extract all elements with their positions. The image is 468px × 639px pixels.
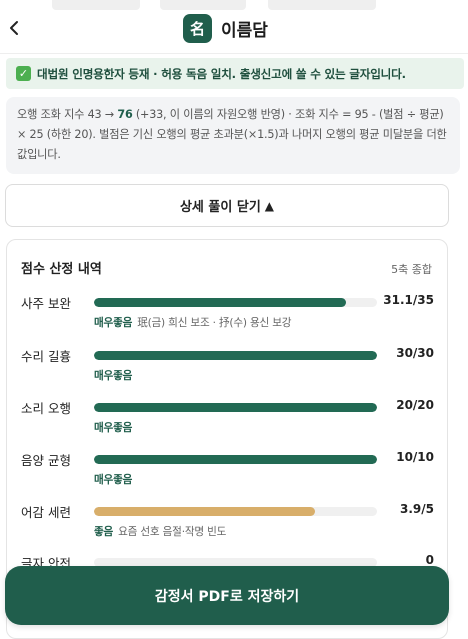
row-grade: 좋음 xyxy=(94,526,114,538)
harmony-score-highlight: 76 xyxy=(117,108,133,121)
row-note-text: 珉(금) 희신 보조 · 抒(수) 용신 보강 xyxy=(137,317,292,329)
score-bar-fill xyxy=(94,403,377,412)
app-header: 名 이름담 xyxy=(0,0,468,54)
background-tab xyxy=(268,0,376,10)
row-score: 31.1/35 xyxy=(383,293,434,307)
row-label: 사주 보완 xyxy=(21,296,71,311)
back-button[interactable] xyxy=(2,14,26,42)
score-bar xyxy=(94,351,377,360)
explanation-text: 오행 조화 지수 43 → xyxy=(17,108,118,121)
score-bar xyxy=(94,455,377,464)
row-grade: 매우좋음 xyxy=(94,474,133,486)
notice-text: 대법원 인명용한자 등재 · 허용 독음 일치. 출생신고에 쓸 수 있는 글자… xyxy=(37,66,406,81)
row-score: 3.9/5 xyxy=(400,502,434,516)
row-note: 매우좋음 xyxy=(94,472,137,487)
row-score: 20/20 xyxy=(396,398,434,412)
card-title: 점수 산정 내역 xyxy=(21,262,102,277)
row-note-text: 요즘 선호 음절·작명 빈도 xyxy=(118,526,227,538)
chevron-left-icon xyxy=(10,21,18,35)
row-grade: 매우좋음 xyxy=(94,370,133,382)
row-label: 음양 균형 xyxy=(21,453,71,468)
background-tab xyxy=(52,0,140,10)
logo-glyph: 名 xyxy=(189,20,205,38)
row-note: 매우좋음 珉(금) 희신 보조 · 抒(수) 용신 보강 xyxy=(94,315,292,330)
score-bar xyxy=(94,298,377,307)
five-elements-explanation: 오행 조화 지수 43 → 76 (+33, 이 이름의 자원오행 반영) · … xyxy=(6,97,460,174)
score-bar-fill xyxy=(94,351,377,360)
row-grade: 매우좋음 xyxy=(94,317,133,329)
save-pdf-button[interactable]: 감정서 PDF로 저장하기 xyxy=(5,566,449,625)
row-grade: 매우좋음 xyxy=(94,422,133,434)
check-icon: ✓ xyxy=(16,66,31,81)
score-bar-fill xyxy=(94,507,315,516)
score-bar-fill xyxy=(94,455,377,464)
score-bar xyxy=(94,403,377,412)
triangle-up-icon: ▲ xyxy=(264,198,275,213)
row-label: 어감 세련 xyxy=(21,505,71,520)
row-label: 수리 길흉 xyxy=(21,349,71,364)
app-logo: 名 xyxy=(183,14,212,43)
registration-notice: ✓ 대법원 인명용한자 등재 · 허용 독음 일치. 출생신고에 쓸 수 있는 … xyxy=(6,58,464,89)
toggle-detail-label: 상세 풀이 닫기 xyxy=(179,200,261,215)
row-note: 좋음 요즘 선호 음절·작명 빈도 xyxy=(94,524,226,539)
row-note: 매우좋음 xyxy=(94,368,137,383)
card-subtitle: 5축 종합 xyxy=(391,263,432,276)
row-score: 30/30 xyxy=(396,346,434,360)
app-title: 이름담 xyxy=(221,21,268,41)
row-score: 0 xyxy=(425,553,434,567)
background-tab xyxy=(160,0,246,10)
score-bar-fill xyxy=(94,298,346,307)
row-score: 10/10 xyxy=(396,450,434,464)
save-pdf-label: 감정서 PDF로 저장하기 xyxy=(154,588,300,605)
score-bar xyxy=(94,507,377,516)
toggle-detail-button[interactable]: 상세 풀이 닫기 ▲ xyxy=(5,184,449,227)
row-label: 소리 오행 xyxy=(21,401,71,416)
brand: 名 이름담 xyxy=(183,14,268,43)
row-note: 매우좋음 xyxy=(94,420,137,435)
